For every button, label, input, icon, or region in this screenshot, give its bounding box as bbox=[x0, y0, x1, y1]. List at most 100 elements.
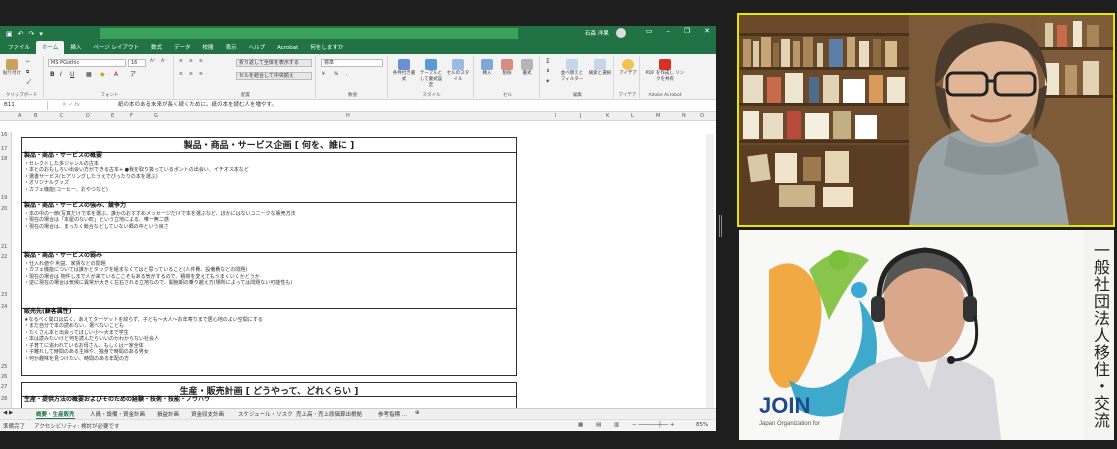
page-break-view-icon[interactable]: ▥ bbox=[614, 422, 619, 428]
formula-input[interactable]: 紙の本のある未来が長く続くために。紙の本を読む人を増やす。 bbox=[118, 101, 277, 110]
row-header[interactable]: 17 bbox=[1, 146, 7, 152]
zoom-slider[interactable]: − ──────┼── + bbox=[632, 422, 675, 428]
fill-icon[interactable]: ⬇ bbox=[546, 69, 550, 75]
shrink-font-icon[interactable]: A⁻ bbox=[161, 59, 166, 65]
column-header[interactable]: A bbox=[18, 113, 21, 119]
avatar[interactable] bbox=[616, 28, 626, 38]
sheet-tab[interactable]: 参考指標 ... bbox=[378, 410, 407, 418]
weaknesses-section[interactable]: 製品・商品・サービスの弱み ・仕入れ値や 利益、家賃などの問題 ・カフェ機能につ… bbox=[22, 252, 516, 308]
borders-icon[interactable]: ▦ bbox=[86, 72, 92, 78]
row-header[interactable]: 20 bbox=[1, 206, 7, 212]
worksheet-grid[interactable]: 16 17 18 19 20 21 22 23 24 25 26 27 28 製… bbox=[0, 132, 716, 408]
add-sheet-icon[interactable]: ⊕ bbox=[415, 410, 420, 416]
zoom-level[interactable]: 85% bbox=[696, 422, 708, 428]
align-left-icon[interactable]: ≡ bbox=[179, 72, 183, 78]
tab-help[interactable]: ヘルプ bbox=[243, 41, 272, 54]
tab-acrobat[interactable]: Acrobat bbox=[271, 43, 304, 54]
merge-center-button[interactable]: セルを結合して中央揃え bbox=[236, 72, 312, 80]
vertical-scrollbar[interactable] bbox=[706, 134, 714, 408]
strengths-section[interactable]: 製品・商品・サービスの強み、競争力 ・本の中の一節(写真だけで本を選ぶ、誰かのお… bbox=[22, 202, 516, 252]
row-header[interactable]: 25 bbox=[1, 364, 7, 370]
column-header[interactable]: N bbox=[682, 113, 686, 119]
row-header[interactable]: 26 bbox=[1, 374, 7, 380]
row-header[interactable]: 23 bbox=[1, 292, 7, 298]
ribbon-display-icon[interactable]: ▭ bbox=[646, 27, 653, 35]
participant-video-2[interactable]: JOIN Japan Organization for 一般社団法人移住・交流推… bbox=[739, 230, 1114, 440]
sheet-nav-icon[interactable]: ◀ ▶ bbox=[3, 410, 13, 416]
delete-cells-button[interactable]: 削除 bbox=[498, 59, 516, 77]
tab-review[interactable]: 校閲 bbox=[197, 41, 220, 54]
tab-insert[interactable]: 挿入 bbox=[64, 41, 87, 54]
sheet-tab[interactable]: 概要・生産販売 bbox=[36, 410, 75, 419]
sort-filter-button[interactable]: 並べ替えとフィルター bbox=[560, 59, 584, 83]
number-format-select[interactable]: 標準 bbox=[321, 59, 383, 67]
tab-formulas[interactable]: 数式 bbox=[145, 41, 168, 54]
percent-icon[interactable]: % bbox=[334, 72, 338, 78]
row-header[interactable]: 24 bbox=[1, 304, 7, 310]
format-as-table-button[interactable]: テーブルとして書式設定 bbox=[418, 59, 444, 89]
wrap-text-button[interactable]: 折り返して全体を表示する bbox=[236, 59, 312, 67]
page-layout-view-icon[interactable]: ▤ bbox=[596, 422, 601, 428]
column-header[interactable]: I bbox=[555, 113, 556, 119]
row-header[interactable]: 28 bbox=[1, 396, 7, 402]
row-header[interactable]: 16 bbox=[1, 132, 7, 138]
row-header[interactable]: 19 bbox=[1, 195, 7, 201]
overview-section[interactable]: 製品・商品・サービスの概要 ・セレクトした多ジャンルの古本 ・本とのおもしろい出… bbox=[22, 152, 516, 202]
row-header[interactable]: 18 bbox=[1, 156, 7, 162]
italic-icon[interactable]: I bbox=[60, 72, 62, 78]
underline-icon[interactable]: U bbox=[70, 72, 74, 78]
split-handle[interactable] bbox=[719, 215, 722, 237]
column-header[interactable]: L bbox=[631, 113, 634, 119]
name-box[interactable]: B11 bbox=[2, 101, 48, 110]
normal-view-icon[interactable]: ▦ bbox=[578, 422, 583, 428]
column-header[interactable]: D bbox=[86, 113, 90, 119]
row-header[interactable]: 27 bbox=[1, 384, 7, 390]
accessibility-status[interactable]: アクセシビリティ: 検討が必要です bbox=[34, 422, 120, 430]
comma-icon[interactable]: , bbox=[346, 72, 347, 78]
participant-video-speaker[interactable] bbox=[737, 13, 1115, 227]
find-select-button[interactable]: 検索と選択 bbox=[588, 59, 612, 77]
tell-me-search[interactable]: 何をしますか bbox=[304, 41, 349, 54]
font-size-select[interactable]: 16 bbox=[128, 59, 146, 67]
column-header[interactable]: F bbox=[130, 113, 133, 119]
format-cells-button[interactable]: 書式 bbox=[518, 59, 536, 77]
row-header[interactable]: 21 bbox=[1, 244, 7, 250]
save-icon[interactable]: ▣ bbox=[6, 30, 13, 38]
cell-styles-button[interactable]: セルのスタイル bbox=[446, 59, 470, 83]
grow-font-icon[interactable]: A⁺ bbox=[150, 59, 155, 65]
clear-icon[interactable]: ◈ bbox=[546, 79, 549, 85]
sheet-tab[interactable]: 損益計画 bbox=[157, 410, 179, 418]
tab-view[interactable]: 表示 bbox=[220, 41, 243, 54]
create-pdf-button[interactable]: PDF を作成し リンクを共有 bbox=[644, 59, 686, 83]
row-header[interactable]: 22 bbox=[1, 254, 7, 260]
font-name-select[interactable]: MS PGothic bbox=[48, 59, 126, 67]
column-header[interactable]: K bbox=[606, 113, 609, 119]
column-header[interactable]: J bbox=[580, 113, 581, 119]
column-header[interactable]: C bbox=[60, 113, 64, 119]
close-icon[interactable]: ✕ bbox=[704, 27, 710, 35]
sheet-tab[interactable]: 人員・設備・資金計画 bbox=[90, 410, 145, 418]
sheet-tab[interactable]: スケジュール・リスク bbox=[238, 410, 293, 418]
conditional-format-button[interactable]: 条件付き書式 bbox=[392, 59, 416, 83]
undo-icon[interactable]: ↶ bbox=[18, 30, 24, 38]
tab-data[interactable]: データ bbox=[168, 41, 197, 54]
fill-color-icon[interactable]: ◆ bbox=[100, 72, 105, 78]
align-middle-icon[interactable]: ≡ bbox=[189, 59, 193, 65]
sheet-tab[interactable]: 売上高・売上原価算出根拠 bbox=[296, 410, 362, 418]
fx-icon[interactable]: ✕ ✓ fx bbox=[62, 101, 80, 110]
sheet-tab[interactable]: 資金収支計画 bbox=[191, 410, 224, 418]
redo-icon[interactable]: ↷ bbox=[29, 30, 35, 38]
customers-section[interactable]: 販売先(顧客属性) ★なるべく間口は広く、あえてターゲットを絞らず、子ども～大人… bbox=[22, 308, 516, 375]
cut-icon[interactable]: ✂ bbox=[26, 60, 30, 66]
align-center-icon[interactable]: ≡ bbox=[189, 72, 193, 78]
column-header[interactable]: G bbox=[154, 113, 158, 119]
column-header[interactable]: B bbox=[34, 113, 37, 119]
column-header[interactable]: H bbox=[346, 113, 350, 119]
column-header[interactable]: O bbox=[700, 113, 704, 119]
align-bottom-icon[interactable]: ≡ bbox=[199, 59, 203, 65]
currency-icon[interactable]: ¥ bbox=[322, 72, 325, 78]
tab-page-layout[interactable]: ページ レイアウト bbox=[87, 41, 145, 54]
tab-home[interactable]: ホーム bbox=[36, 41, 65, 54]
font-color-icon[interactable]: A bbox=[114, 72, 118, 78]
title-search-box[interactable] bbox=[100, 28, 518, 39]
